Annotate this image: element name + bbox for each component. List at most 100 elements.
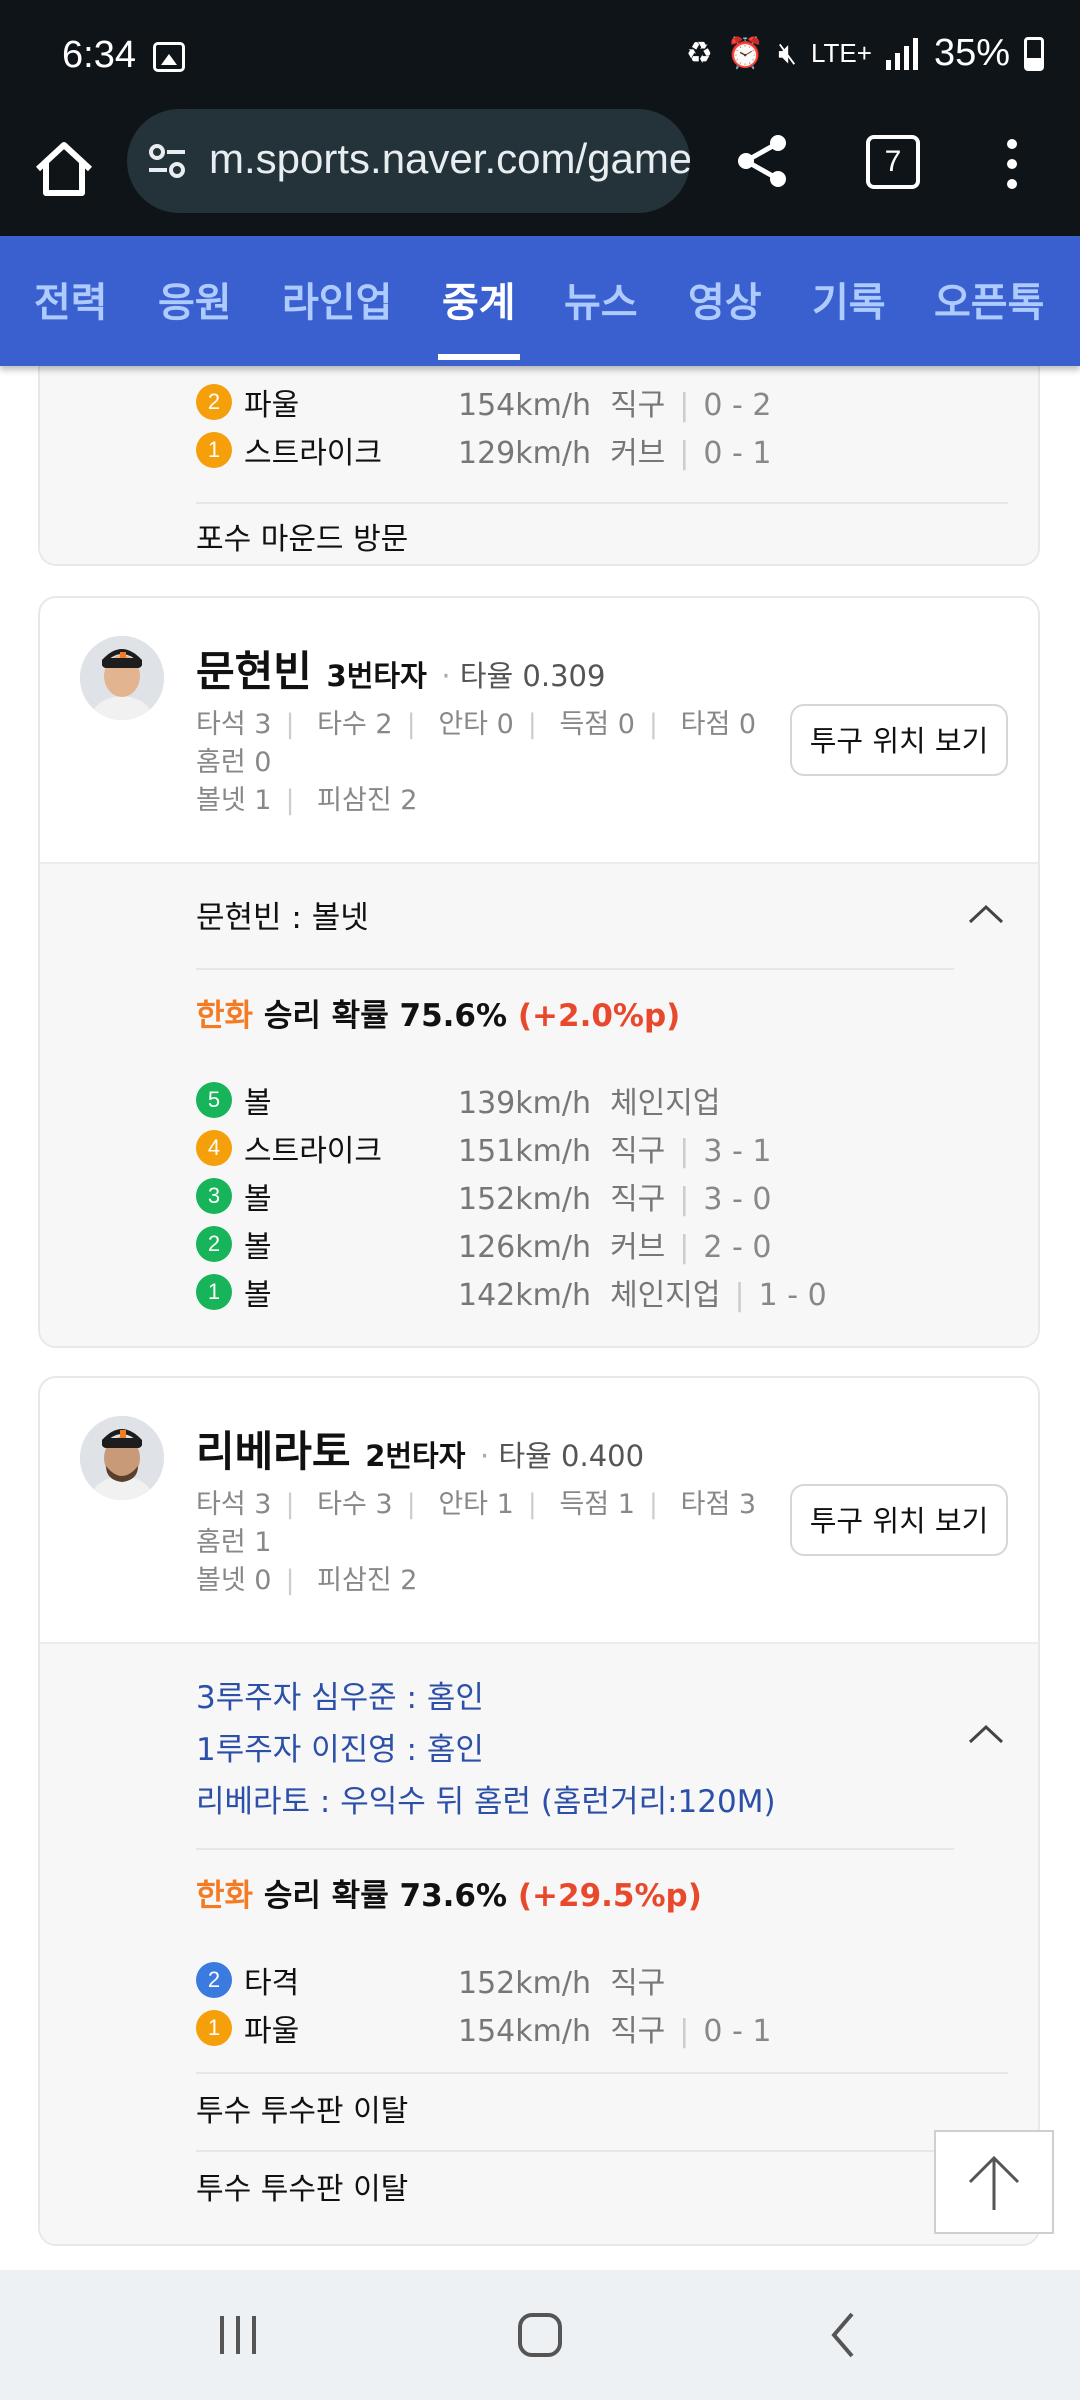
recents-icon[interactable] (216, 2310, 260, 2360)
status-icons: ♻ ⏰ 🔇︎ LTE+ 35% (686, 32, 1044, 75)
at-bat-card: 문현빈 3번타자 · 타율 0.309 타석 3 | 타수 2 | 안타 0 | 득점… (38, 596, 1040, 1348)
home-icon[interactable] (30, 135, 98, 203)
alarm-icon: ⏰ (726, 37, 765, 70)
stat-bb: 볼넷 0 (196, 1565, 272, 1596)
pitch-type: 체인지업 (610, 1086, 721, 1121)
tab-lineup[interactable]: 라인업 (282, 270, 392, 328)
signal-icon (885, 37, 918, 70)
pitch-speed: 151km/h (458, 1134, 591, 1169)
pitch-number-badge: 1 (196, 2010, 232, 2046)
stat-so: 피삼진 2 (317, 1565, 418, 1596)
tab-news[interactable]: 뉴스 (564, 270, 638, 328)
batter-name: 문현빈 (196, 647, 312, 696)
player-avatar (80, 1416, 164, 1500)
back-icon[interactable] (824, 2310, 864, 2360)
at-bat-card: 리베라토 2번타자 · 타율 0.400 타석 3 | 타수 3 | 안타 1 | 득… (38, 1376, 1040, 2246)
tab-broadcast[interactable]: 중계 (438, 270, 520, 360)
ball-count: 3 - 0 (703, 1182, 772, 1217)
pitch-row: 5 볼 139km/h 체인지업 (196, 1078, 720, 1122)
stat-rbi: 타점 0 (680, 709, 757, 740)
divider (196, 2072, 1008, 2074)
ball-count: 0 - 1 (703, 436, 772, 471)
at-bat-card-previous: 2 파울 154km/h 직구 | 0 - 2 1 스트라이크 129km/h 커브… (38, 366, 1040, 566)
more-vert-icon[interactable] (1005, 139, 1019, 189)
stat-runs: 득점 0 (559, 709, 635, 740)
tab-record[interactable]: 기록 (812, 270, 886, 328)
pitch-row: 2 타격 152km/h 직구 (196, 1958, 665, 2002)
share-icon[interactable] (732, 131, 792, 191)
pitch-speed: 152km/h (458, 1182, 591, 1217)
runner-result: 1루주자 이진영 : 홈인 (196, 1732, 484, 1768)
win-probability: 한화 승리 확률 73.6% (+29.5%p) (196, 1870, 702, 1915)
stat-bb: 볼넷 1 (196, 785, 272, 816)
divider (196, 1848, 954, 1850)
pitch-result: 볼 (244, 1278, 272, 1313)
runner-result: 3루주자 심우준 : 홈인 (196, 1680, 484, 1716)
stat-hits: 안타 1 (438, 1489, 514, 1520)
tab-cheer[interactable]: 응원 (158, 270, 232, 328)
pitch-number-badge: 2 (196, 1226, 232, 1262)
browser-toolbar: m.sports.naver.com/game 7 (0, 105, 1080, 236)
pitch-type: 직구 (610, 388, 666, 423)
pitch-row: 3 볼 152km/h 직구 | 3 - 0 (196, 1174, 771, 1218)
status-bar: 6:34 ♻ ⏰ 🔇︎ LTE+ 35% (0, 0, 1080, 105)
pitch-number-badge: 5 (196, 1082, 232, 1118)
batting-average: 타율 0.400 (498, 1439, 645, 1473)
pitch-result: 파울 (244, 2014, 300, 2049)
ball-count: 0 - 1 (703, 2014, 772, 2049)
divider (196, 968, 954, 970)
batter-stats: 타석 3 | 타수 2 | 안타 0 | 득점 0 | 타점 0 홈런 0 볼넷 1 | … (196, 709, 757, 816)
chevron-up-icon[interactable] (968, 904, 1004, 924)
network-label: LTE+ (811, 38, 872, 68)
mute-icon: 🔇︎ (778, 36, 797, 70)
batting-average: 타율 0.309 (459, 659, 606, 693)
tabs-icon[interactable]: 7 (866, 135, 920, 189)
win-team: 한화 (196, 1878, 254, 1914)
address-bar[interactable]: m.sports.naver.com/game (127, 109, 690, 213)
pitch-row: 1 파울 154km/h 직구 | 0 - 1 (196, 2006, 771, 2050)
pitch-result: 타격 (244, 1966, 300, 2001)
pitch-result: 스트라이크 (244, 1134, 382, 1169)
stat-runs: 득점 1 (559, 1489, 635, 1520)
url-text[interactable]: m.sports.naver.com/game (209, 135, 690, 183)
win-prob-delta: (+29.5%p) (517, 1878, 702, 1914)
divider (196, 2150, 1008, 2152)
chevron-up-icon[interactable] (968, 1724, 1004, 1744)
pitch-location-button[interactable]: 투구 위치 보기 (790, 704, 1008, 776)
battery-percent: 35% (933, 32, 1010, 74)
pitch-type: 직구 (610, 2014, 666, 2049)
stat-ab: 타수 3 (317, 1489, 393, 1520)
win-probability: 한화 승리 확률 75.6% (+2.0%p) (196, 990, 680, 1035)
pitch-type: 직구 (610, 1134, 666, 1169)
tab-opentalk[interactable]: 오픈톡 (934, 270, 1044, 328)
game-nav-tabs: 전력 응원 라인업 중계 뉴스 영상 기록 오픈톡 (0, 236, 1080, 366)
tab-video[interactable]: 영상 (688, 270, 762, 328)
system-nav-bar (0, 2270, 1080, 2400)
pitch-row: 2 파울 154km/h 직구 | 0 - 2 (196, 380, 771, 424)
event-text: 포수 마운드 방문 (196, 522, 409, 557)
scroll-top-button[interactable] (934, 2130, 1054, 2234)
pitch-number-badge: 3 (196, 1178, 232, 1214)
tab-power[interactable]: 전력 (34, 270, 108, 328)
tune-icon[interactable] (147, 141, 187, 181)
divider (196, 502, 1008, 504)
pitch-speed: 129km/h (458, 436, 591, 471)
win-prob-delta: (+2.0%p) (517, 998, 681, 1034)
pitch-speed: 152km/h (458, 1966, 591, 2001)
image-notification-icon (153, 42, 185, 72)
ball-count: 0 - 2 (703, 388, 772, 423)
pitch-row: 1 스트라이크 129km/h 커브 | 0 - 1 (196, 428, 771, 472)
stat-hr: 홈런 1 (196, 1527, 272, 1558)
recycle-icon: ♻ (685, 37, 713, 70)
pitch-type: 체인지업 (610, 1278, 721, 1313)
pitch-number-badge: 1 (196, 432, 232, 468)
pitch-row: 4 스트라이크 151km/h 직구 | 3 - 1 (196, 1126, 771, 1170)
at-bat-detail (40, 1642, 1038, 2244)
play-by-play-list[interactable]: 2 파울 154km/h 직구 | 0 - 2 1 스트라이크 129km/h 커브… (0, 366, 1080, 2270)
pitch-location-button[interactable]: 투구 위치 보기 (790, 1484, 1008, 1556)
pitch-result: 스트라이크 (244, 436, 382, 471)
stat-pa: 타석 3 (196, 1489, 272, 1520)
home-nav-icon[interactable] (516, 2310, 564, 2360)
batting-order: 2번타자 (365, 1439, 466, 1473)
pitch-number-badge: 2 (196, 1962, 232, 1998)
